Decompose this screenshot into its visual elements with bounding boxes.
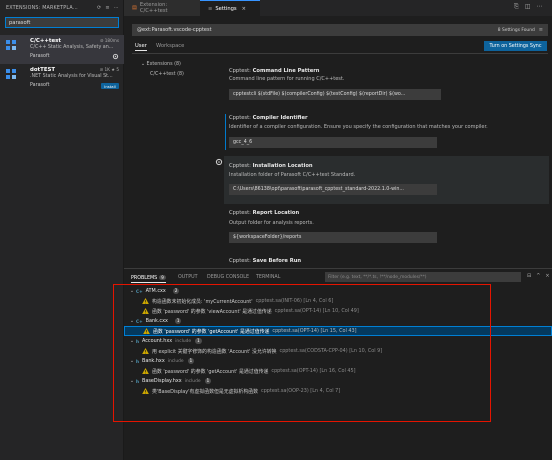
sidebar-title: EXTENSIONS: MARKETPLA...	[6, 5, 78, 11]
setting-title: Cpptest: Installation Location	[229, 163, 313, 169]
tab-user-settings[interactable]: User	[135, 43, 147, 51]
more-actions-icon[interactable]: ⋯	[536, 3, 542, 11]
tab-extension-cpptest[interactable]: ▤ Extension: C/C++test	[124, 0, 200, 16]
setting-title: Cpptest: Compiler Identifier	[229, 115, 308, 121]
open-json-icon[interactable]: ⎘	[514, 3, 519, 11]
setting-description: Output folder for analysis reports.	[229, 220, 314, 226]
toc-item-extensions[interactable]: ⌄ Extensions (8)	[141, 62, 181, 67]
panel-tab-output[interactable]: OUTPUT	[178, 275, 198, 280]
extension-search-input[interactable]: parasoft	[5, 17, 119, 28]
close-icon[interactable]: ×	[545, 273, 549, 279]
extension-item-cpptest[interactable]: C/C++test ⊘ 180ms C/C++ Static Analysis,…	[0, 35, 124, 64]
extension-name: C/C++test	[30, 38, 61, 44]
annotation-highlight-box	[113, 284, 491, 422]
extension-tab-icon: ▤	[132, 5, 137, 11]
close-icon[interactable]: ×	[242, 6, 246, 12]
tab-label: Extension: C/C++test	[139, 2, 168, 14]
setting-title: Cpptest: Report Location	[229, 210, 300, 216]
panel-actions: ⊟ ^ ×	[527, 273, 550, 279]
settings-found-count: 8 Settings Found	[497, 27, 535, 33]
tab-label: Settings	[215, 5, 237, 12]
settings-tab-icon: ≡	[208, 5, 213, 12]
settings-search-input[interactable]: @ext:Parasoft.vscode-cpptest 8 Settings …	[132, 24, 548, 36]
split-editor-icon[interactable]: ◫	[525, 3, 531, 11]
toc-label: Extensions (8)	[146, 62, 181, 67]
panel-tab-label: PROBLEMS	[131, 276, 158, 281]
setting-description: Identifier of a compiler configuration. …	[229, 124, 488, 130]
extension-name: dotTEST	[30, 67, 56, 73]
manage-gear-icon[interactable]	[112, 53, 119, 62]
panel-tab-problems[interactable]: PROBLEMS 9	[131, 275, 166, 283]
extension-description: C/C++ Static Analysis, Safety an...	[30, 45, 114, 50]
tab-settings[interactable]: ≡ Settings ×	[200, 0, 260, 16]
maximize-icon[interactable]: ^	[536, 273, 540, 279]
filter-icon[interactable]: ≡	[105, 5, 109, 11]
panel-tab-debug-console[interactable]: DEBUG CONSOLE	[207, 275, 249, 280]
setting-title: Cpptest: Save Before Run	[229, 258, 302, 264]
problems-filter-input[interactable]: Filter (e.g. text, **/*.ts, !**/node_mod…	[325, 272, 521, 282]
setting-gear-icon[interactable]	[215, 158, 223, 166]
tab-workspace-settings[interactable]: Workspace	[156, 43, 184, 49]
setting-title: Cpptest: Command Line Pattern	[229, 68, 320, 74]
refresh-icon[interactable]: ⟳	[97, 5, 101, 11]
parasoft-logo-icon	[5, 39, 18, 52]
extension-meta: ⊘ 180ms	[99, 38, 119, 43]
more-icon[interactable]: ⋯	[114, 5, 119, 11]
setting-description: Installation folder of Parasoft C/C++tes…	[229, 172, 356, 178]
installation-location-input[interactable]: C:\Users\86138\opt\parasoft\parasoft_cpp…	[229, 184, 437, 195]
setting-description: Command line pattern for running C/C++te…	[229, 76, 345, 82]
setting-focus-indicator	[225, 114, 226, 150]
parasoft-logo-icon	[5, 68, 18, 81]
sidebar-header: EXTENSIONS: MARKETPLA... ⟳ ≡ ⋯	[0, 0, 124, 16]
panel-tab-terminal[interactable]: TERMINAL	[256, 275, 280, 280]
editor-actions: ⎘ ◫ ⋯	[514, 3, 542, 11]
report-location-input[interactable]: ${workspaceFolder}/reports	[229, 232, 437, 243]
extension-meta: ⊘ 1K ★ 5	[99, 67, 119, 72]
settings-search-value: @ext:Parasoft.vscode-cpptest	[137, 27, 212, 33]
compiler-identifier-input[interactable]: gcc_4_6	[229, 137, 437, 148]
problems-count-badge: 9	[159, 275, 166, 280]
clear-filter-icon[interactable]: ≡	[539, 27, 543, 33]
install-button[interactable]: Install	[101, 83, 119, 89]
collapse-all-icon[interactable]: ⊟	[527, 273, 531, 279]
extension-description: .NET Static Analysis for Visual St...	[30, 74, 113, 79]
extension-publisher: Parasoft	[30, 83, 50, 88]
settings-sync-button[interactable]: Turn on Settings Sync	[484, 41, 547, 51]
extension-publisher: Parasoft	[30, 54, 50, 59]
extension-item-dottest[interactable]: dotTEST ⊘ 1K ★ 5 .NET Static Analysis fo…	[0, 64, 124, 93]
toc-item-cpptest[interactable]: C/C++test (8)	[150, 72, 184, 77]
divider	[132, 53, 548, 54]
command-line-pattern-input[interactable]: cpptestcli $(stdFile) $(compilerConfig) …	[229, 89, 441, 100]
